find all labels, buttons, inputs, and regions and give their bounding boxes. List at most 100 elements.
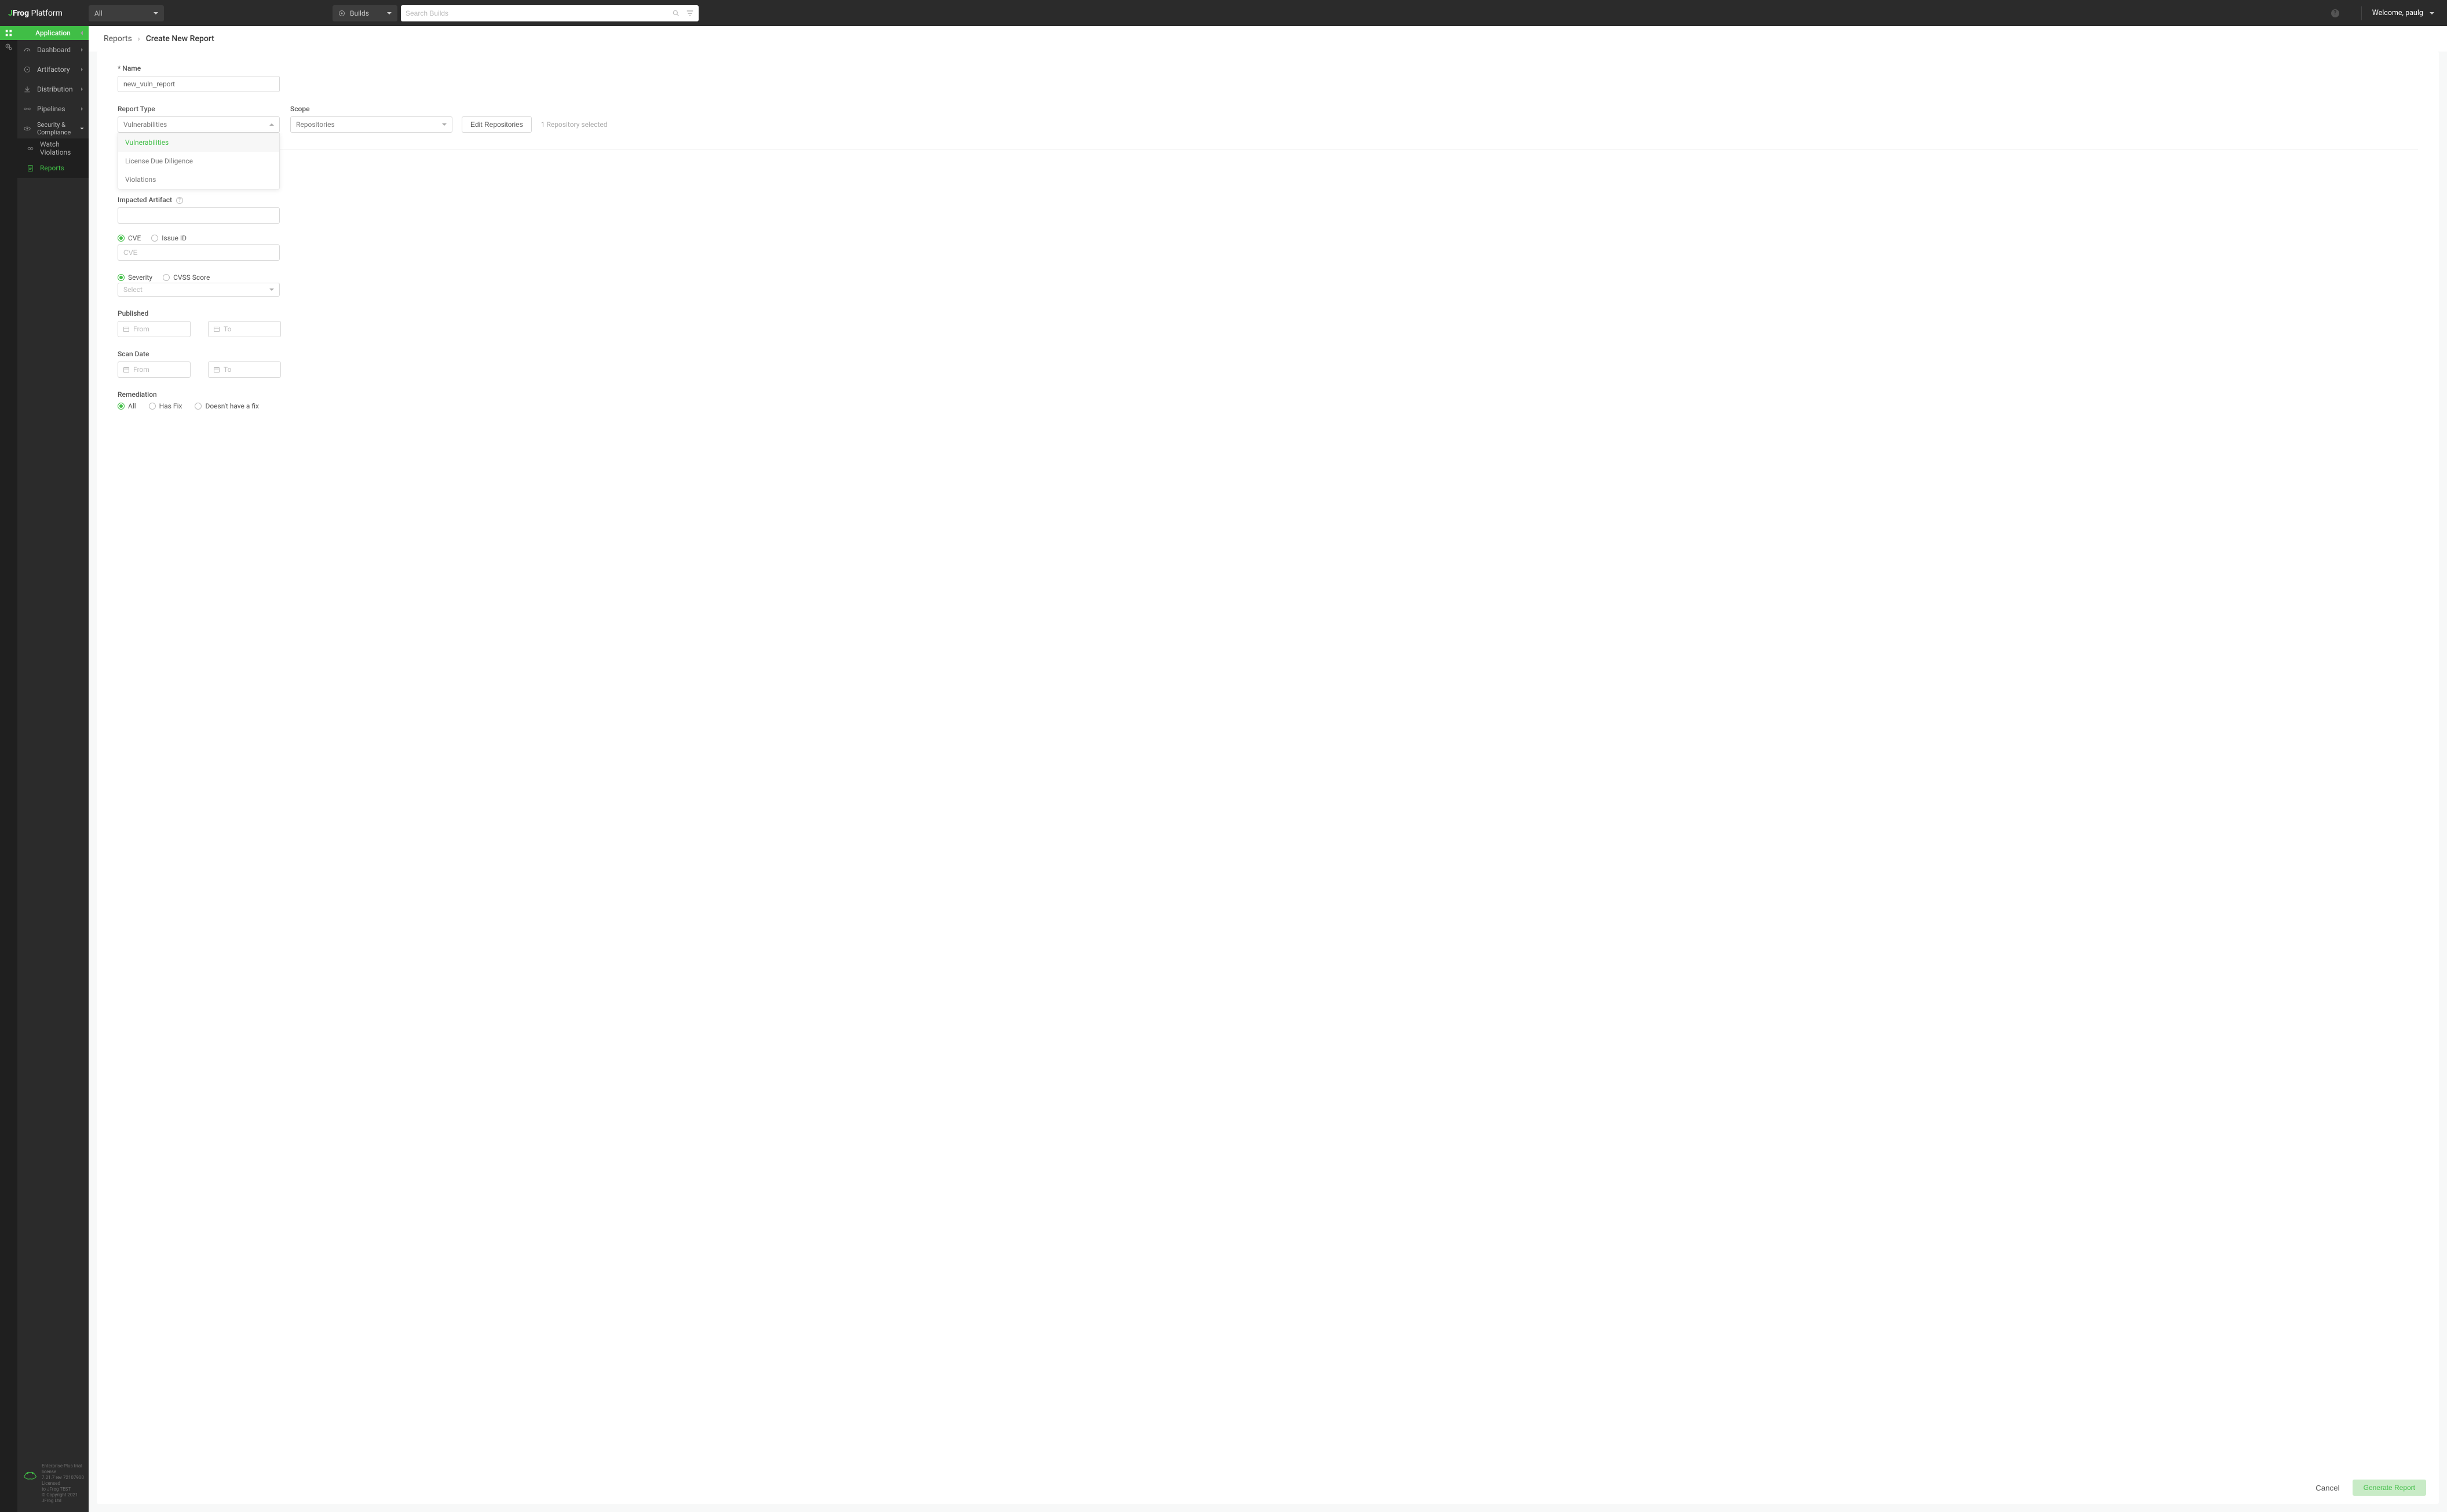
- app-header: JFrog Platform All Builds ? Welcome, pau…: [0, 0, 2447, 26]
- report-type-select[interactable]: Vulnerabilities: [118, 116, 280, 133]
- name-input[interactable]: [118, 76, 280, 92]
- rail-item-settings[interactable]: [0, 40, 17, 54]
- license-line2: 7.21.7 rev 72107900 Licensed: [42, 1475, 84, 1487]
- chevron-down-icon: [269, 288, 274, 291]
- chevron-right-icon: [81, 87, 83, 91]
- report-type-value: Vulnerabilities: [123, 120, 269, 129]
- vulnerable-component-label: Vulnerable Component ?: [118, 160, 2418, 168]
- context-dropdown-label: All: [94, 9, 154, 17]
- radio-cve[interactable]: CVE: [118, 234, 141, 242]
- sidebar-label-dashboard: Dashboard: [37, 46, 71, 54]
- search-domain-dropdown[interactable]: Builds: [333, 5, 397, 21]
- sidebar-item-watch-violations[interactable]: Watch Violations: [17, 138, 89, 158]
- severity-select[interactable]: Select: [118, 283, 280, 297]
- license-line4: © Copyright 2021 JFrog Ltd: [42, 1492, 84, 1504]
- chevron-down-icon: [387, 12, 392, 14]
- calendar-icon: [123, 366, 130, 373]
- sidebar-label-pipelines: Pipelines: [37, 105, 65, 113]
- sidebar-item-artifactory[interactable]: Artifactory: [17, 60, 89, 79]
- radio-cvss[interactable]: CVSS Score: [163, 273, 210, 282]
- search-icon[interactable]: [672, 9, 680, 17]
- help-icon[interactable]: ?: [2331, 9, 2339, 17]
- radio-severity[interactable]: Severity: [118, 273, 152, 282]
- sidebar-label-distribution: Distribution: [37, 85, 73, 93]
- sidebar-header-application: Application: [17, 26, 89, 40]
- user-menu[interactable]: Welcome, paulg: [2372, 9, 2434, 17]
- sidebar-item-pipelines[interactable]: Pipelines: [17, 99, 89, 119]
- radio-issue-id-label: Issue ID: [162, 234, 187, 242]
- scan-to-input[interactable]: To: [208, 361, 281, 378]
- header-right: ? Welcome, paulg: [2331, 6, 2447, 20]
- chevron-right-icon: [81, 107, 83, 111]
- cancel-button-label: Cancel: [2315, 1484, 2340, 1492]
- sidebar-item-reports[interactable]: Reports: [17, 158, 89, 178]
- jfrog-icon: [22, 1466, 38, 1482]
- search-input[interactable]: [406, 9, 669, 17]
- sidebar-item-security[interactable]: Security & Compliance: [17, 119, 89, 138]
- scan-from-input[interactable]: From: [118, 361, 191, 378]
- dropdown-option-vulnerabilities[interactable]: Vulnerabilities: [118, 133, 279, 152]
- logo-frog: Frog: [13, 9, 29, 18]
- chevron-right-icon: ›: [138, 35, 140, 43]
- scan-from-placeholder: From: [133, 366, 149, 374]
- icon-rail: [0, 26, 17, 1512]
- scope-value: Repositories: [296, 120, 442, 129]
- license-line1: Enterprise Plus trial license: [42, 1463, 84, 1475]
- scan-to-placeholder: To: [224, 366, 231, 374]
- radio-remediation-all-label: All: [128, 402, 136, 410]
- published-to-placeholder: To: [224, 325, 231, 333]
- published-label: Published: [118, 309, 2418, 317]
- repo-selected-hint: 1 Repository selected: [541, 120, 608, 129]
- help-icon[interactable]: ?: [176, 197, 183, 204]
- breadcrumb-root[interactable]: Reports: [104, 34, 132, 43]
- scope-select[interactable]: Repositories: [290, 116, 452, 133]
- generate-report-button[interactable]: Generate Report: [2353, 1480, 2426, 1496]
- sidebar-footer: Enterprise Plus trial license 7.21.7 rev…: [17, 1458, 89, 1512]
- edit-repositories-label: Edit Repositories: [470, 120, 523, 129]
- chevron-down-icon: [2430, 12, 2434, 14]
- logo-platform: Platform: [29, 9, 63, 18]
- radio-issue-id[interactable]: Issue ID: [151, 234, 187, 242]
- cve-input[interactable]: [118, 244, 280, 261]
- cancel-button[interactable]: Cancel: [2315, 1484, 2340, 1492]
- dropdown-option-license[interactable]: License Due Diligence: [118, 152, 279, 170]
- scan-date-label: Scan Date: [118, 350, 2418, 358]
- rail-item-apps[interactable]: [0, 26, 17, 40]
- collapse-sidebar-icon[interactable]: [81, 31, 83, 35]
- radio-remediation-nofix[interactable]: Doesn't have a fix: [195, 402, 259, 410]
- radio-cvss-label: CVSS Score: [173, 273, 210, 282]
- filter-icon[interactable]: [686, 9, 694, 17]
- sidebar-item-distribution[interactable]: Distribution: [17, 79, 89, 99]
- chevron-right-icon: [81, 68, 83, 71]
- sidebar-label-watch-violations: Watch Violations: [40, 140, 89, 156]
- calendar-icon: [213, 366, 220, 373]
- edit-repositories-button[interactable]: Edit Repositories: [462, 116, 532, 133]
- radio-remediation-nofix-label: Doesn't have a fix: [205, 402, 259, 410]
- sidebar-label-artifactory: Artifactory: [37, 65, 70, 74]
- remediation-label: Remediation: [118, 390, 2418, 399]
- dropdown-option-violations[interactable]: Violations: [118, 170, 279, 189]
- sidebar: Application Dashboard Artifactory Distri…: [17, 26, 89, 1512]
- breadcrumb: Reports › Create New Report: [89, 26, 2447, 52]
- calendar-icon: [213, 326, 220, 333]
- search-box: [401, 5, 699, 21]
- sidebar-label-reports: Reports: [40, 164, 64, 172]
- name-label: * Name: [118, 64, 2418, 72]
- radio-remediation-hasfix[interactable]: Has Fix: [149, 402, 182, 410]
- radio-cve-label: CVE: [128, 234, 141, 242]
- published-to-input[interactable]: To: [208, 321, 281, 337]
- impacted-artifact-input[interactable]: [118, 207, 280, 224]
- chevron-up-icon: [269, 123, 274, 126]
- radio-remediation-all[interactable]: All: [118, 402, 136, 410]
- sidebar-header-label: Application: [35, 29, 71, 37]
- sidebar-item-dashboard[interactable]: Dashboard: [17, 40, 89, 60]
- calendar-icon: [123, 326, 130, 333]
- published-from-placeholder: From: [133, 325, 149, 333]
- search-domain-label: Builds: [350, 9, 387, 17]
- context-dropdown-all[interactable]: All: [89, 5, 164, 21]
- report-type-label: Report Type: [118, 105, 280, 113]
- published-from-input[interactable]: From: [118, 321, 191, 337]
- radio-remediation-hasfix-label: Has Fix: [159, 402, 182, 410]
- report-type-dropdown: Vulnerabilities License Due Diligence Vi…: [118, 133, 280, 189]
- breadcrumb-current: Create New Report: [146, 34, 214, 43]
